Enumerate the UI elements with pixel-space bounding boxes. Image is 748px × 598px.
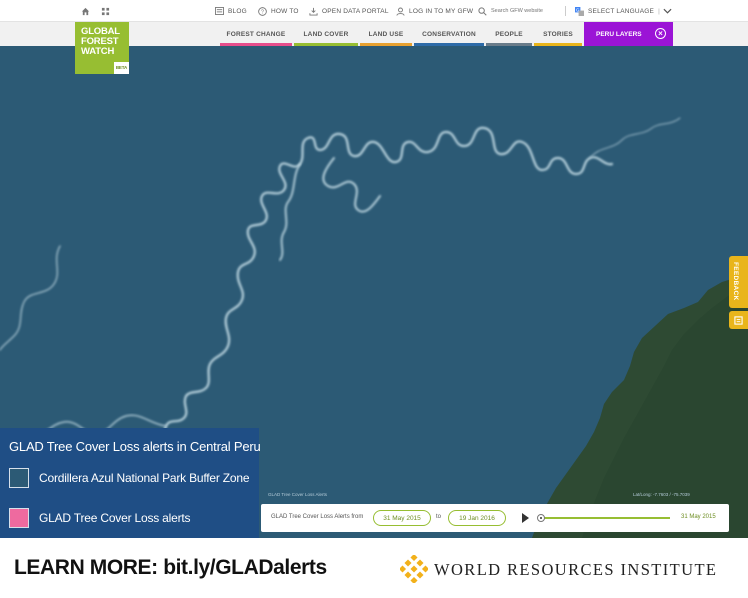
- page-root: BLOG ? HOW TO OPEN DATA PORTAL LOG IN TO…: [0, 0, 748, 598]
- feedback-button[interactable]: FEEDBACK: [729, 256, 748, 308]
- legend-swatch: [9, 468, 29, 488]
- tab-peru-layers[interactable]: PERU LAYERS ×: [584, 22, 673, 46]
- chevron-down-icon: [663, 8, 672, 14]
- language-divider: |: [658, 7, 660, 15]
- language-selector[interactable]: G SELECT LANGUAGE |: [575, 0, 676, 22]
- blog-icon: [215, 7, 224, 15]
- user-icon: [396, 7, 405, 16]
- timeline-to-label: to: [436, 514, 442, 520]
- legend-item-loss-alerts: GLAD Tree Cover Loss alerts: [9, 508, 191, 528]
- tab-label: LAND COVER: [303, 30, 349, 38]
- search-input[interactable]: [491, 8, 553, 14]
- tab-conservation[interactable]: CONSERVATION: [414, 22, 484, 46]
- legend-item-buffer-zone: Cordillera Azul National Park Buffer Zon…: [9, 468, 250, 488]
- tab-label: PEOPLE: [495, 30, 523, 38]
- learn-more-link[interactable]: LEARN MORE: bit.ly/GLADalerts: [14, 556, 327, 580]
- legend-title: GLAD Tree Cover Loss alerts in Central P…: [9, 439, 261, 454]
- footer-banner: LEARN MORE: bit.ly/GLADalerts WORLD RESO…: [0, 538, 748, 598]
- svg-text:G: G: [576, 7, 580, 12]
- menu-icon: [734, 315, 743, 325]
- beta-badge: BETA: [113, 62, 129, 74]
- wri-logo-icon: [400, 555, 428, 583]
- tab-land-use[interactable]: LAND USE: [360, 22, 412, 46]
- tab-land-cover[interactable]: LAND COVER: [294, 22, 358, 46]
- svg-text:?: ?: [261, 9, 264, 15]
- gfw-logo[interactable]: GLOBAL FOREST WATCH BETA: [75, 22, 129, 74]
- translate-icon: G: [575, 6, 584, 16]
- timeline-slider-handle[interactable]: [537, 514, 545, 522]
- legend-swatch: [9, 508, 29, 528]
- search-box: [478, 4, 558, 18]
- play-icon[interactable]: [522, 513, 529, 523]
- login-link[interactable]: LOG IN TO MY GFW: [396, 0, 473, 22]
- home-icon[interactable]: [81, 0, 94, 22]
- grid-icon[interactable]: [101, 0, 114, 22]
- logo-line-3: WATCH: [81, 46, 115, 57]
- open-data-label: OPEN DATA PORTAL: [322, 7, 389, 15]
- end-date-button[interactable]: 19 Jan 2016: [448, 510, 506, 526]
- start-date-button[interactable]: 31 May 2015: [373, 510, 431, 526]
- map-coordinates: Lat/Long: -7.7603 / -75.7039: [633, 492, 690, 497]
- tab-label: CONSERVATION: [422, 30, 476, 38]
- timeline-panel: GLAD Tree Cover Loss Alerts from 31 May …: [261, 504, 729, 532]
- tab-forest-change[interactable]: FOREST CHANGE: [220, 22, 292, 46]
- feedback-label: FEEDBACK: [732, 262, 739, 301]
- timeline-track[interactable]: [542, 517, 670, 519]
- tab-label: LAND USE: [368, 30, 404, 38]
- close-icon[interactable]: ×: [655, 28, 666, 39]
- language-label: SELECT LANGUAGE: [588, 7, 655, 15]
- search-icon[interactable]: [478, 6, 487, 16]
- tab-people[interactable]: PEOPLE: [486, 22, 532, 46]
- login-label: LOG IN TO MY GFW: [409, 7, 474, 15]
- open-data-link[interactable]: OPEN DATA PORTAL: [309, 0, 389, 22]
- timeline-label: GLAD Tree Cover Loss Alerts from: [271, 514, 364, 520]
- timeline-current-date: 31 May 2015: [681, 514, 716, 520]
- legend-label: GLAD Tree Cover Loss alerts: [39, 511, 191, 525]
- blog-label: BLOG: [228, 7, 247, 15]
- tab-label: STORIES: [543, 30, 573, 38]
- how-to-link[interactable]: ? HOW TO: [258, 0, 299, 22]
- how-to-label: HOW TO: [271, 7, 299, 15]
- blog-link[interactable]: BLOG: [215, 0, 247, 22]
- legend-label: Cordillera Azul National Park Buffer Zon…: [39, 471, 250, 485]
- wri-name: WORLD RESOURCES INSTITUTE: [434, 560, 718, 579]
- top-bar-divider: [565, 6, 566, 16]
- top-bar: BLOG ? HOW TO OPEN DATA PORTAL LOG IN TO…: [0, 0, 748, 22]
- feedback-extra-button[interactable]: [729, 311, 748, 329]
- tab-label: PERU LAYERS: [596, 30, 642, 38]
- tab-stories[interactable]: STORIES: [534, 22, 582, 46]
- download-icon: [309, 7, 318, 16]
- legend-panel: GLAD Tree Cover Loss alerts in Central P…: [0, 428, 261, 538]
- help-icon: ?: [258, 6, 267, 16]
- tab-label: FOREST CHANGE: [226, 30, 286, 38]
- map-attribution: GLAD Tree Cover Loss Alerts: [268, 492, 328, 497]
